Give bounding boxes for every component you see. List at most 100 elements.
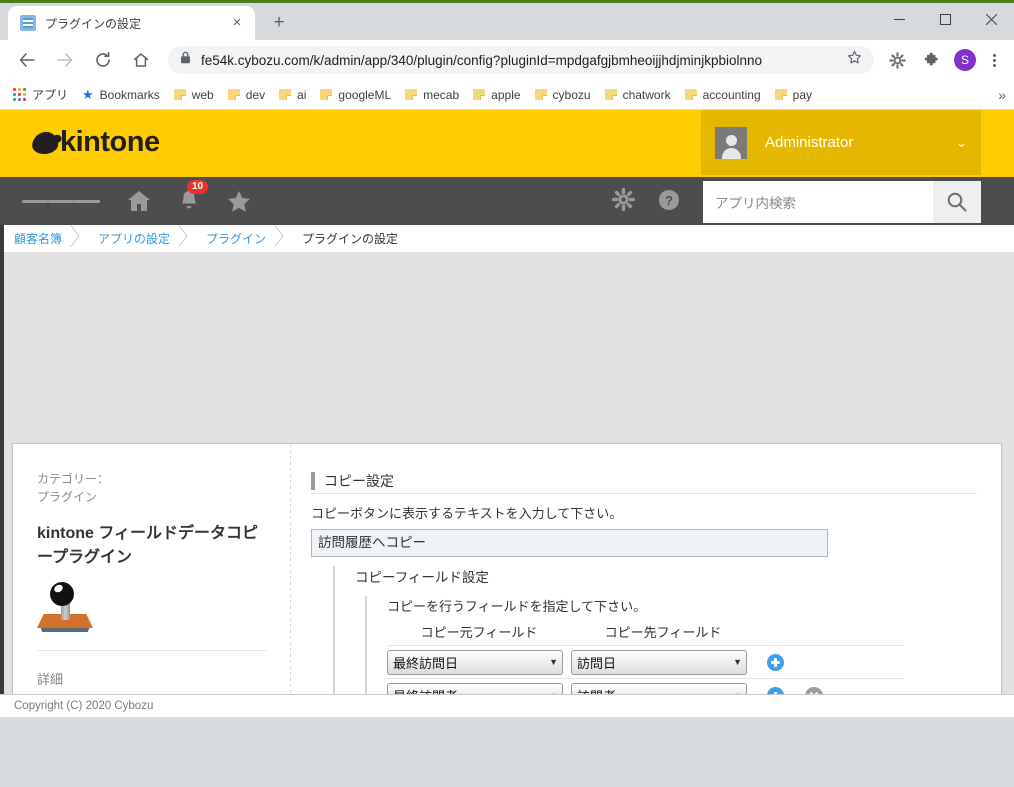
bookmark-label: googleML [338,87,392,102]
bookmark-label: Bookmarks [99,87,160,102]
breadcrumb-item-app-settings[interactable]: アプリの設定 [84,225,192,253]
copy-field-title: コピーフィールド設定 [355,570,489,585]
bookmark-item-dev[interactable]: dev [221,83,272,107]
kintone-toolbar-right: ? アプリ内検索 [611,177,1014,227]
table-row: 最終訪問日 ▼ 訪問日 ▼ [387,646,903,679]
page-content: kintone Administrator ⌄ 10 ? アプリ内検索 顧客名簿… [0,110,1014,717]
chevron-down-icon: ▼ [549,657,558,667]
gear-extension-icon[interactable] [884,47,910,73]
chevron-down-icon[interactable]: ⌄ [956,135,967,151]
bookmark-label: mecab [423,87,460,102]
folder-icon [774,89,787,100]
plugin-category-value: プラグイン [37,490,98,504]
bookmark-item-googleml[interactable]: googleML [313,83,398,107]
search-input[interactable]: アプリ内検索 [703,181,933,223]
user-menu[interactable]: Administrator ⌄ [701,110,981,175]
bookmark-label: cybozu [552,87,591,102]
column-header-target: コピー先フィールド [604,625,722,640]
kintone-logo[interactable]: kintone [30,126,160,159]
url-text: fe54k.cybozu.com/k/admin/app/340/plugin/… [201,52,762,68]
kintone-logo-text: kintone [60,126,160,158]
bookmark-item-apps[interactable]: アプリ [6,83,75,107]
target-field-select-0[interactable]: 訪問日 ▼ [571,649,747,675]
home-icon[interactable] [127,46,155,74]
bookmark-overflow-icon[interactable]: » [998,87,1006,103]
kintone-header: kintone Administrator ⌄ [0,110,1014,175]
gear-icon[interactable] [611,187,636,216]
close-icon[interactable]: × [227,13,247,33]
browser-toolbar: fe54k.cybozu.com/k/admin/app/340/plugin/… [0,40,1014,80]
folder-icon [227,89,240,100]
section-underline [311,493,977,494]
bookmark-label: web [191,87,214,102]
joystick-icon [37,582,95,632]
new-tab-button[interactable]: + [265,9,293,37]
folder-icon [473,89,486,100]
copy-field-help: コピーを行うフィールドを指定して下さい。 [387,599,647,614]
bookmark-item-apple[interactable]: apple [466,83,527,107]
chrome-menu-icon[interactable] [982,53,1006,67]
bookmark-item-web[interactable]: web [167,83,221,107]
close-window-icon[interactable] [968,3,1014,35]
breadcrumb: 顧客名簿 アプリの設定 プラグイン プラグインの設定 [0,225,1014,253]
folder-icon [173,89,186,100]
chevron-down-icon: ▼ [733,657,742,667]
bookmark-label: pay [792,87,813,102]
bookmark-item-cybozu[interactable]: cybozu [528,83,598,107]
search-placeholder: アプリ内検索 [715,196,796,211]
notification-bell-icon[interactable]: 10 [178,180,209,213]
button-text-help: コピーボタンに表示するテキストを入力して下さい。 [311,506,623,521]
bookmark-item-chatwork[interactable]: chatwork [598,83,678,107]
copy-button-text-input[interactable]: 訪問履歴へコピー [311,529,828,557]
kintone-toolbar: 10 ? アプリ内検索 [0,175,1014,225]
help-icon[interactable]: ? [657,188,681,217]
maximize-icon[interactable] [922,3,968,35]
bookmark-item-bookmarks[interactable]: ★ Bookmarks [75,83,167,107]
minimize-icon[interactable] [876,3,922,35]
puzzle-extension-icon[interactable] [918,47,944,73]
bookmark-label: ai [297,87,307,102]
folder-icon [604,89,617,100]
window-controls [876,3,1014,40]
bookmark-label: dev [245,87,266,102]
favorites-star-icon[interactable] [226,189,252,213]
bookmark-item-mecab[interactable]: mecab [398,83,466,107]
user-name: Administrator [765,134,854,151]
apps-grid-icon [13,88,26,101]
select-value: 最終訪問日 [393,655,459,671]
section-title: コピー設定 [311,472,977,490]
reload-icon[interactable] [89,46,117,74]
column-header-source: コピー元フィールド [420,625,538,640]
tab-plugin-settings[interactable]: プラグインの設定 × [8,6,255,40]
bookmark-item-pay[interactable]: pay [768,83,819,107]
breadcrumb-item-customers[interactable]: 顧客名簿 [0,225,84,253]
bookmark-bar: アプリ ★ Bookmarks web dev ai googleML meca… [0,80,1014,110]
divider [37,650,267,651]
breadcrumb-item-plugins[interactable]: プラグイン [192,225,288,253]
folder-icon [534,89,547,100]
folder-icon [684,89,697,100]
browser-window: プラグインの設定 × + fe54k.cybozu.com/k/admin/ap… [0,0,1014,787]
plugin-info-panel: カテゴリー： プラグイン kintone フィールドデータコピープラグイン 詳細… [13,444,291,717]
document-icon [20,15,36,31]
profile-avatar[interactable]: S [954,49,976,71]
bookmark-item-accounting[interactable]: accounting [678,83,768,107]
bookmark-star-icon[interactable] [847,50,862,70]
home-icon[interactable] [126,189,152,213]
add-row-icon[interactable] [767,653,784,671]
address-bar[interactable]: fe54k.cybozu.com/k/admin/app/340/plugin/… [168,46,874,74]
plugin-config-card: カテゴリー： プラグイン kintone フィールドデータコピープラグイン 詳細… [12,443,1002,717]
lock-icon [180,51,191,69]
source-field-select-0[interactable]: 最終訪問日 ▼ [387,649,563,675]
notification-badge: 10 [187,180,209,194]
folder-icon [320,89,333,100]
bookmark-item-ai[interactable]: ai [272,83,313,107]
menu-icon[interactable] [22,196,100,207]
back-icon[interactable] [13,46,41,74]
plugin-category-label: カテゴリー： [37,472,110,486]
search-icon [947,192,967,212]
bookmark-label: apple [491,87,521,102]
search-button[interactable] [933,181,981,223]
avatar [715,126,747,159]
tab-title: プラグインの設定 [45,16,142,31]
